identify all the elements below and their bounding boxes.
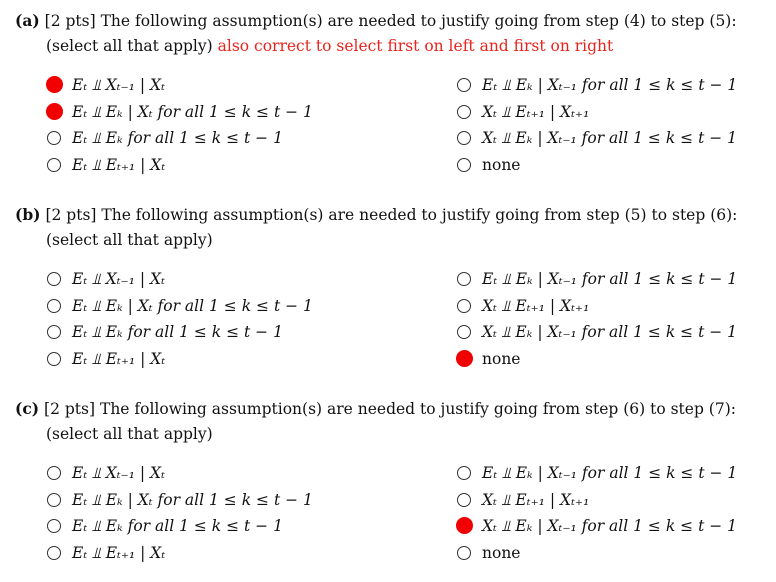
option-text: Eₜ ⫫ Eₖ | Xₜ₋₁ for all 1 ≤ k ≤ t − 1: [482, 464, 738, 482]
question-points: [2 pts]: [44, 400, 96, 418]
option-text: Eₜ ⫫ Eₖ for all 1 ≤ k ≤ t − 1: [72, 323, 283, 341]
option-left-3[interactable]: Eₜ ⫫ Eₖ for all 1 ≤ k ≤ t − 1: [47, 515, 407, 537]
option-text: Xₜ ⫫ Eₖ | Xₜ₋₁ for all 1 ≤ k ≤ t − 1: [482, 129, 738, 147]
option-text: Eₜ ⫫ Xₜ₋₁ | Xₜ: [72, 76, 165, 94]
option-left-1[interactable]: Eₜ ⫫ Xₜ₋₁ | Xₜ: [47, 462, 407, 484]
question-prompt: The following assumption(s) are needed t…: [99, 400, 736, 418]
option-text: none: [482, 543, 521, 562]
option-left-3[interactable]: Eₜ ⫫ Eₖ for all 1 ≤ k ≤ t − 1: [47, 321, 407, 343]
option-text: Eₜ ⫫ Eₖ | Xₜ for all 1 ≤ k ≤ t − 1: [72, 296, 313, 315]
option-right-4[interactable]: none: [457, 154, 767, 176]
option-left-1[interactable]: Eₜ ⫫ Xₜ₋₁ | Xₜ: [47, 268, 407, 290]
option-text: Xₜ ⫫ Eₜ₊₁ | Xₜ₊₁: [482, 296, 590, 315]
option-right-3[interactable]: Xₜ ⫫ Eₖ | Xₜ₋₁ for all 1 ≤ k ≤ t − 1: [457, 127, 767, 149]
option-text: Xₜ ⫫ Eₖ | Xₜ₋₁ for all 1 ≤ k ≤ t − 1: [482, 517, 738, 535]
select-all-instruction: (select all that apply): [46, 425, 213, 443]
question-points: [2 pts]: [44, 12, 96, 30]
option-left-1[interactable]: Eₜ ⫫ Xₜ₋₁ | Xₜ: [46, 74, 407, 96]
unselected-radio-icon[interactable]: [47, 272, 61, 286]
selected-radio-icon[interactable]: [46, 102, 63, 120]
unselected-radio-icon[interactable]: [47, 157, 61, 172]
option-right-3[interactable]: Xₜ ⫫ Eₖ | Xₜ₋₁ for all 1 ≤ k ≤ t − 1: [456, 515, 767, 537]
option-right-1[interactable]: Eₜ ⫫ Eₖ | Xₜ₋₁ for all 1 ≤ k ≤ t − 1: [457, 268, 767, 290]
question-label: (b): [15, 205, 41, 224]
option-text: Eₜ ⫫ Eₖ for all 1 ≤ k ≤ t − 1: [72, 129, 283, 147]
question-header: (a) [2 pts] The following assumption(s) …: [15, 11, 737, 30]
option-text: Xₜ ⫫ Eₜ₊₁ | Xₜ₊₁: [482, 102, 590, 121]
option-text: Xₜ ⫫ Eₖ | Xₜ₋₁ for all 1 ≤ k ≤ t − 1: [482, 323, 738, 341]
option-text: Eₜ ⫫ Xₜ₋₁ | Xₜ: [72, 464, 165, 482]
select-all-instruction: (select all that apply): [46, 37, 213, 55]
selected-radio-icon[interactable]: [46, 76, 63, 93]
option-text: none: [482, 349, 521, 368]
question-header: (c) [2 pts] The following assumption(s) …: [15, 399, 736, 418]
option-text: Eₜ ⫫ Eₜ₊₁ | Xₜ: [72, 349, 166, 368]
option-right-3[interactable]: Xₜ ⫫ Eₖ | Xₜ₋₁ for all 1 ≤ k ≤ t − 1: [457, 321, 767, 343]
unselected-radio-icon[interactable]: [457, 298, 471, 313]
question-label: (a): [15, 11, 40, 30]
unselected-radio-icon[interactable]: [47, 131, 61, 145]
option-text: Eₜ ⫫ Eₖ | Xₜ for all 1 ≤ k ≤ t − 1: [72, 490, 313, 509]
unselected-radio-icon[interactable]: [47, 545, 61, 560]
question-a: (a) [2 pts] The following assumption(s) …: [0, 0, 776, 194]
option-left-2[interactable]: Eₜ ⫫ Eₖ | Xₜ for all 1 ≤ k ≤ t − 1: [47, 295, 407, 317]
question-prompt: The following assumption(s) are needed t…: [100, 12, 737, 30]
option-text: Eₜ ⫫ Eₖ | Xₜ₋₁ for all 1 ≤ k ≤ t − 1: [482, 270, 738, 288]
unselected-radio-icon[interactable]: [457, 466, 471, 480]
question-c: (c) [2 pts] The following assumption(s) …: [0, 388, 776, 582]
unselected-radio-icon[interactable]: [457, 104, 471, 119]
question-instruction-line: (select all that apply): [46, 231, 213, 249]
option-text: Eₜ ⫫ Eₜ₊₁ | Xₜ: [72, 543, 166, 562]
option-left-2[interactable]: Eₜ ⫫ Eₖ | Xₜ for all 1 ≤ k ≤ t − 1: [46, 101, 407, 123]
option-text: Eₜ ⫫ Eₖ for all 1 ≤ k ≤ t − 1: [72, 517, 283, 535]
unselected-radio-icon[interactable]: [457, 272, 471, 286]
unselected-radio-icon[interactable]: [47, 298, 61, 313]
question-instruction-line: (select all that apply): [46, 425, 213, 443]
unselected-radio-icon[interactable]: [457, 545, 471, 560]
unselected-radio-icon[interactable]: [457, 492, 471, 507]
unselected-radio-icon[interactable]: [47, 325, 61, 339]
select-all-instruction: (select all that apply): [46, 231, 213, 249]
option-text: Eₜ ⫫ Xₜ₋₁ | Xₜ: [72, 270, 165, 288]
option-right-1[interactable]: Eₜ ⫫ Eₖ | Xₜ₋₁ for all 1 ≤ k ≤ t − 1: [457, 462, 767, 484]
option-text: Xₜ ⫫ Eₜ₊₁ | Xₜ₊₁: [482, 490, 590, 509]
option-left-4[interactable]: Eₜ ⫫ Eₜ₊₁ | Xₜ: [47, 542, 407, 564]
unselected-radio-icon[interactable]: [457, 78, 471, 92]
grading-note: also correct to select first on left and…: [217, 37, 614, 55]
question-label: (c): [15, 399, 40, 418]
selected-radio-icon[interactable]: [456, 349, 473, 367]
option-text: Eₜ ⫫ Eₖ | Xₜ for all 1 ≤ k ≤ t − 1: [72, 102, 313, 121]
option-right-2[interactable]: Xₜ ⫫ Eₜ₊₁ | Xₜ₊₁: [457, 489, 767, 511]
question-instruction-line: (select all that apply) also correct to …: [46, 37, 613, 55]
unselected-radio-icon[interactable]: [47, 466, 61, 480]
option-text: Eₜ ⫫ Eₜ₊₁ | Xₜ: [72, 155, 166, 174]
unselected-radio-icon[interactable]: [47, 351, 61, 366]
option-left-4[interactable]: Eₜ ⫫ Eₜ₊₁ | Xₜ: [47, 154, 407, 176]
unselected-radio-icon[interactable]: [457, 131, 471, 145]
option-text: Eₜ ⫫ Eₖ | Xₜ₋₁ for all 1 ≤ k ≤ t − 1: [482, 76, 738, 94]
option-right-4[interactable]: none: [456, 348, 767, 370]
question-prompt: The following assumption(s) are needed t…: [101, 206, 738, 224]
unselected-radio-icon[interactable]: [47, 519, 61, 533]
unselected-radio-icon[interactable]: [457, 325, 471, 339]
unselected-radio-icon[interactable]: [47, 492, 61, 507]
option-left-2[interactable]: Eₜ ⫫ Eₖ | Xₜ for all 1 ≤ k ≤ t − 1: [47, 489, 407, 511]
question-points: [2 pts]: [45, 206, 97, 224]
option-right-1[interactable]: Eₜ ⫫ Eₖ | Xₜ₋₁ for all 1 ≤ k ≤ t − 1: [457, 74, 767, 96]
question-b: (b) [2 pts] The following assumption(s) …: [0, 194, 776, 388]
selected-radio-icon[interactable]: [456, 517, 473, 534]
option-left-3[interactable]: Eₜ ⫫ Eₖ for all 1 ≤ k ≤ t − 1: [47, 127, 407, 149]
option-right-4[interactable]: none: [457, 542, 767, 564]
question-header: (b) [2 pts] The following assumption(s) …: [15, 205, 737, 224]
option-right-2[interactable]: Xₜ ⫫ Eₜ₊₁ | Xₜ₊₁: [457, 101, 767, 123]
option-right-2[interactable]: Xₜ ⫫ Eₜ₊₁ | Xₜ₊₁: [457, 295, 767, 317]
option-left-4[interactable]: Eₜ ⫫ Eₜ₊₁ | Xₜ: [47, 348, 407, 370]
option-text: none: [482, 155, 521, 174]
unselected-radio-icon[interactable]: [457, 157, 471, 172]
